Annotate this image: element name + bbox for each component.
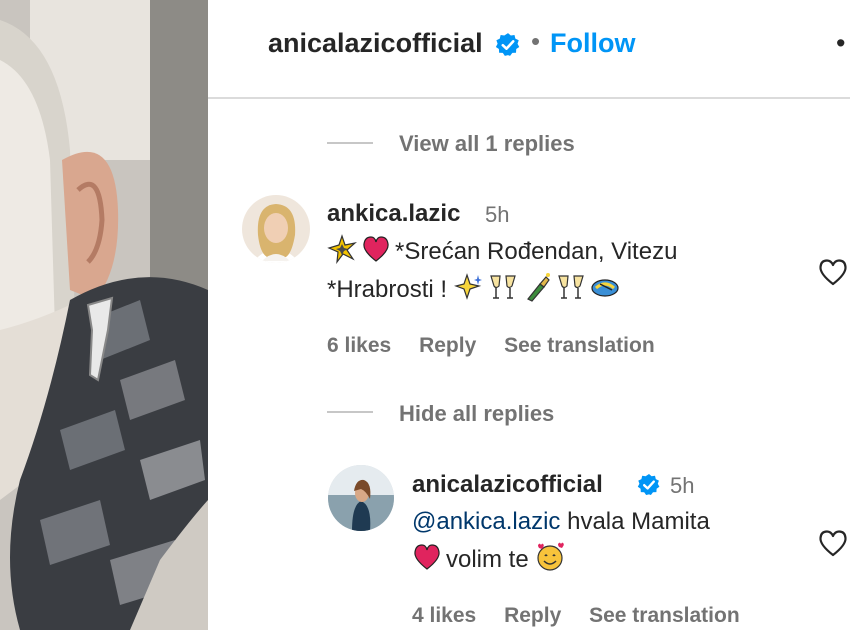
red-heart-emoji (361, 234, 389, 262)
post-header: anicalazicofficial • Follow • (208, 0, 850, 99)
red-heart-emoji (412, 542, 440, 570)
see-translation-button[interactable]: See translation (504, 334, 655, 357)
heart-outline-icon[interactable] (818, 529, 848, 562)
reply-line-2: volim te (446, 546, 529, 573)
champagne-glasses-emoji (556, 272, 584, 300)
avatar[interactable] (328, 465, 394, 531)
reply-time: 5h (670, 473, 695, 498)
reply-actions: 4 likes Reply See translation (412, 604, 740, 628)
replies-divider (327, 142, 373, 144)
post-photo (0, 0, 208, 630)
reply-button[interactable]: Reply (419, 334, 476, 357)
reply-button[interactable]: Reply (504, 604, 561, 627)
champagne-glasses-emoji (488, 272, 516, 300)
replies-divider (327, 411, 373, 413)
reply-text: @ankica.lazic hvala Mamita volim te (412, 503, 710, 579)
comment-line-2: *Hrabrosti ! (327, 276, 448, 303)
sparkle-emoji (327, 234, 358, 265)
heart-outline-icon[interactable] (818, 258, 848, 291)
reply-line-1: hvala Mamita (567, 508, 710, 535)
more-options-icon[interactable]: • (836, 28, 845, 59)
verified-badge-icon (495, 32, 521, 63)
header-separator: • (531, 26, 541, 56)
comment-text: *Srećan Rođendan, Vitezu *Hrabrosti ! (327, 233, 677, 309)
comments-panel: anicalazicofficial • Follow • View all 1… (208, 0, 850, 630)
view-replies-button[interactable]: View all 1 replies (399, 131, 575, 157)
party-emoji (590, 272, 619, 300)
verified-badge-icon (637, 473, 661, 502)
sparkle-emoji (453, 272, 482, 300)
smiling-hearts-emoji (535, 542, 565, 571)
likes-count[interactable]: 4 likes (412, 604, 476, 627)
comment-actions: 6 likes Reply See translation (327, 334, 655, 358)
avatar[interactable] (242, 195, 310, 263)
comment-line-1: *Srećan Rođendan, Vitezu (395, 238, 678, 265)
hide-replies-button[interactable]: Hide all replies (399, 401, 554, 427)
mention-link[interactable]: @ankica.lazic (412, 508, 560, 535)
header-username[interactable]: anicalazicofficial (268, 28, 483, 59)
see-translation-button[interactable]: See translation (589, 604, 740, 627)
comment-username[interactable]: ankica.lazic (327, 200, 460, 228)
likes-count[interactable]: 6 likes (327, 334, 391, 357)
comment-time: 5h (485, 202, 510, 227)
champagne-bottle-emoji (522, 272, 550, 302)
reply-username[interactable]: anicalazicofficial (412, 471, 603, 499)
follow-button[interactable]: Follow (550, 28, 635, 59)
